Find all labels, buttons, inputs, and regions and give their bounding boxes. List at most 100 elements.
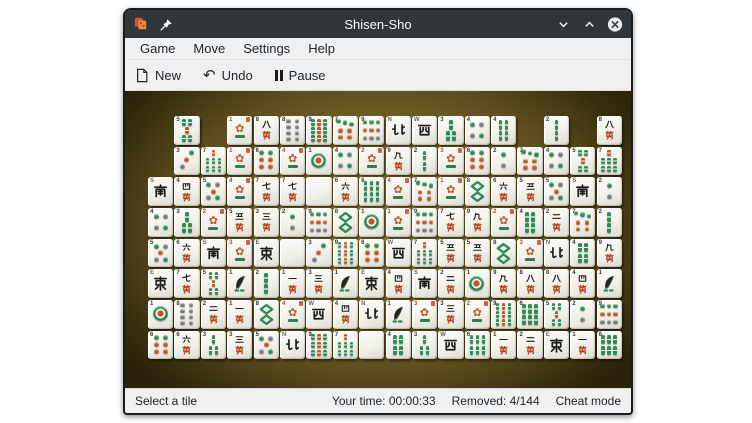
tile-character-6[interactable]: 6 [174, 239, 199, 268]
tile-bamboo-6[interactable]: 6 [597, 331, 622, 360]
tile-circle-2[interactable]: 2 [570, 300, 595, 329]
tile-flower-4[interactable]: 4✿ [227, 177, 252, 206]
tile-flower-3[interactable]: 3✿ [517, 239, 542, 268]
tile-character-4[interactable]: 4 [570, 269, 595, 298]
tile-bamboo-5[interactable]: 5 [544, 300, 569, 329]
tile-wind-E[interactable]: E [359, 269, 384, 298]
tile-flower-1[interactable]: 1✿ [227, 147, 252, 176]
tile-white-dragon[interactable] [359, 331, 384, 360]
tile-bamboo-1[interactable]: 1 [333, 269, 358, 298]
tile-bamboo-3[interactable]: 3 [438, 116, 463, 145]
tile-character-1[interactable]: 1 [570, 331, 595, 360]
tile-bamboo-8[interactable]: 8 [491, 239, 516, 268]
tile-bamboo-4[interactable]: 4 [570, 239, 595, 268]
tile-bamboo-4[interactable]: 4 [386, 331, 411, 360]
tile-character-9[interactable]: 9 [597, 239, 622, 268]
tile-bamboo-9[interactable]: 9 [491, 300, 516, 329]
tile-bamboo-9[interactable]: 9 [306, 331, 331, 360]
tile-flower-4[interactable]: 4✿ [280, 300, 305, 329]
tile-wind-N[interactable]: N [280, 331, 305, 360]
tile-circle-4[interactable]: 4 [333, 147, 358, 176]
tile-flower-2[interactable]: 2✿ [201, 208, 226, 237]
menu-move[interactable]: Move [184, 39, 234, 58]
tile-circle-1[interactable]: 1 [306, 147, 331, 176]
tile-character-7[interactable]: 7 [254, 177, 279, 206]
tile-wind-N[interactable]: N [544, 239, 569, 268]
tile-wind-N[interactable]: N [359, 300, 384, 329]
tile-flower-3[interactable]: 3✿ [412, 300, 437, 329]
chevron-down-icon[interactable] [555, 16, 571, 32]
tile-circle-6[interactable]: 6 [465, 147, 490, 176]
tile-circle-9[interactable]: 9 [306, 208, 331, 237]
undo-button[interactable]: ↶ Undo [203, 68, 253, 83]
tile-circle-3[interactable]: 3 [306, 239, 331, 268]
tile-circle-6[interactable]: 6 [359, 239, 384, 268]
tile-wind-W[interactable]: W [386, 239, 411, 268]
tile-character-8[interactable]: 8 [517, 269, 542, 298]
tile-bamboo-8[interactable]: 8 [254, 300, 279, 329]
tile-circle-7[interactable]: 7 [517, 147, 542, 176]
tile-bamboo-5[interactable]: 5 [174, 116, 199, 145]
tile-wind-W[interactable]: W [306, 300, 331, 329]
tile-bamboo-3[interactable]: 3 [412, 331, 437, 360]
tile-bamboo-3[interactable]: 3 [201, 331, 226, 360]
tile-flower-3[interactable]: 3✿ [227, 239, 252, 268]
tile-circle-2[interactable]: 2 [280, 208, 305, 237]
tile-circle-4[interactable]: 4 [465, 116, 490, 145]
tile-circle-1[interactable]: 1 [359, 208, 384, 237]
tile-bamboo-6[interactable]: 6 [465, 331, 490, 360]
tile-character-5[interactable]: 5 [465, 239, 490, 268]
tile-bamboo-5[interactable]: 5 [570, 147, 595, 176]
tile-circle-5[interactable]: 5 [544, 177, 569, 206]
tile-character-6[interactable]: 6 [174, 331, 199, 360]
tile-bamboo-1[interactable]: 1 [227, 269, 252, 298]
tile-white-dragon[interactable] [280, 239, 305, 268]
tile-circle-8[interactable]: 8 [280, 116, 305, 145]
new-button[interactable]: New [135, 68, 181, 83]
pause-button[interactable]: Pause [275, 68, 326, 83]
tile-circle-4[interactable]: 4 [148, 208, 173, 237]
tile-character-5[interactable]: 5 [227, 208, 252, 237]
tile-circle-7[interactable]: 7 [570, 208, 595, 237]
titlebar[interactable]: Shisen-Sho [125, 10, 631, 38]
tile-character-3[interactable]: 3 [438, 300, 463, 329]
tile-character-8[interactable]: 8 [254, 116, 279, 145]
tile-wind-W[interactable]: W [438, 331, 463, 360]
tile-character-3[interactable]: 3 [254, 208, 279, 237]
tile-bamboo-2[interactable]: 2 [597, 208, 622, 237]
tile-flower-1[interactable]: 1✿ [386, 208, 411, 237]
tile-bamboo-8[interactable]: 8 [465, 177, 490, 206]
tile-circle-5[interactable]: 5 [148, 239, 173, 268]
tile-bamboo-4[interactable]: 4 [491, 116, 516, 145]
tile-character-9[interactable]: 9 [386, 147, 411, 176]
tile-character-2[interactable]: 2 [544, 208, 569, 237]
tile-bamboo-5[interactable]: 5 [201, 269, 226, 298]
tile-character-5[interactable]: 5 [517, 177, 542, 206]
tile-circle-5[interactable]: 5 [254, 331, 279, 360]
tile-bamboo-7[interactable]: 7 [333, 331, 358, 360]
tile-character-4[interactable]: 4 [333, 300, 358, 329]
close-icon[interactable] [607, 16, 623, 32]
tile-bamboo-7[interactable]: 7 [412, 239, 437, 268]
tile-character-2[interactable]: 2 [517, 331, 542, 360]
tile-bamboo-7[interactable]: 7 [201, 147, 226, 176]
tile-circle-6[interactable]: 6 [148, 331, 173, 360]
tile-character-7[interactable]: 7 [438, 208, 463, 237]
tile-circle-1[interactable]: 1 [148, 300, 173, 329]
tile-white-dragon[interactable] [306, 177, 331, 206]
tile-character-1[interactable]: 1 [227, 300, 252, 329]
tile-flower-4[interactable]: 4✿ [386, 177, 411, 206]
tile-flower-2[interactable]: 2✿ [491, 208, 516, 237]
tile-circle-8[interactable]: 8 [174, 300, 199, 329]
tile-circle-7[interactable]: 7 [412, 177, 437, 206]
tile-wind-S[interactable]: S [412, 269, 437, 298]
tile-wind-W[interactable]: W [412, 116, 437, 145]
pin-icon[interactable] [158, 16, 174, 32]
tile-character-7[interactable]: 7 [280, 177, 305, 206]
tile-flower-1[interactable]: 1✿ [438, 177, 463, 206]
tile-circle-9[interactable]: 9 [359, 116, 384, 145]
tile-character-3[interactable]: 3 [227, 331, 252, 360]
tile-circle-4[interactable]: 4 [544, 147, 569, 176]
menu-game[interactable]: Game [131, 39, 184, 58]
tile-wind-S[interactable]: S [570, 177, 595, 206]
